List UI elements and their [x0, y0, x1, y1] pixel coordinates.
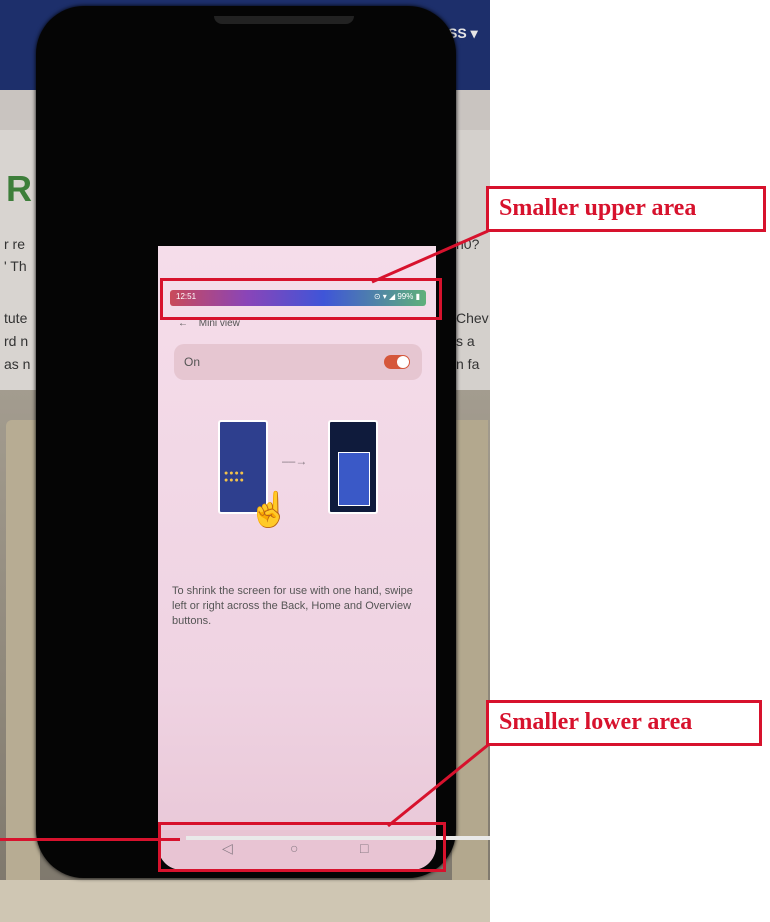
shrunk-screen-phone-illustration — [328, 420, 378, 514]
shrunk-screen-illustration — [338, 452, 370, 506]
website-partial-line: rd n — [4, 333, 29, 349]
upper-area-highlight-box — [160, 278, 442, 320]
website-partial-line: s a — [456, 333, 475, 349]
toggle-label: On — [184, 355, 201, 369]
website-partial-line: r re — [4, 236, 25, 252]
website-partial-line: as n — [4, 356, 31, 372]
stand-left-side — [6, 420, 40, 890]
app-icons-illustration: ●●●● ●●●● — [224, 470, 245, 484]
toggle-knob — [397, 356, 409, 368]
annotation-line-left — [0, 838, 180, 841]
mini-view-toggle-row[interactable]: On — [174, 344, 422, 380]
lower-area-callout: Smaller lower area — [486, 700, 762, 746]
website-partial-line: Chev — [456, 310, 489, 326]
website-partial-line: tute — [4, 310, 28, 326]
arrow-icon: ‒‒→ — [282, 454, 308, 468]
mini-view-screen: 12:51 ⊙ ▾ ◢ 99% ▮ ← Mini view On ●●●● ●●●… — [158, 246, 436, 870]
website-partial-line: n0? — [456, 236, 480, 252]
website-partial-heading: R — [6, 168, 32, 209]
stand-base — [0, 880, 490, 922]
mini-view-illustration: ●●●● ●●●● ‒‒→ ☝ — [218, 416, 398, 529]
website-partial-line: ' Th — [4, 258, 27, 274]
swiping-hand-icon: ☝ — [248, 491, 291, 529]
website-partial-line: n fa — [456, 356, 480, 372]
upper-area-callout: Smaller upper area — [486, 186, 766, 232]
toggle-switch[interactable] — [384, 355, 410, 369]
phone-photo: SS ▾ R r re ' Th tute rd n as n n0? Chev… — [0, 0, 490, 922]
mini-view-description: To shrink the screen for use with one ha… — [172, 585, 413, 627]
stand-right-side — [452, 420, 488, 890]
lower-area-highlight-box — [158, 822, 446, 872]
phone-notch — [214, 16, 354, 24]
